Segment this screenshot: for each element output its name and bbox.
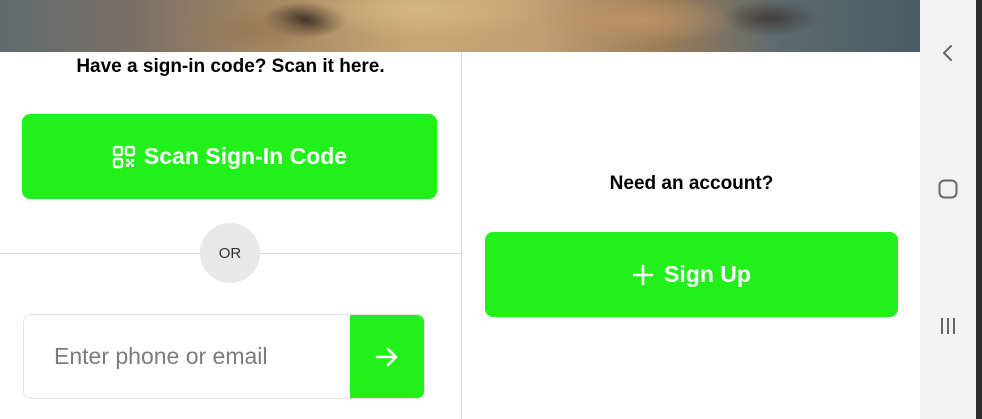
need-account-heading: Need an account? bbox=[609, 173, 774, 194]
nav-recents-button[interactable] bbox=[920, 306, 976, 346]
scan-sign-in-code-button[interactable]: Scan Sign-In Code bbox=[22, 114, 437, 199]
home-icon bbox=[938, 179, 958, 199]
submit-contact-button[interactable] bbox=[350, 315, 424, 398]
scan-button-label: Scan Sign-In Code bbox=[143, 143, 348, 169]
recents-icon bbox=[941, 318, 955, 334]
contact-input-group bbox=[23, 314, 425, 399]
sign-in-code-heading: Have a sign-in code? Scan it here. bbox=[76, 56, 385, 77]
sign-up-panel: Need an account? Sign Up bbox=[461, 52, 920, 419]
or-badge: OR bbox=[200, 223, 260, 283]
phone-or-email-input[interactable] bbox=[24, 315, 350, 398]
sign-in-panel: Have a sign-in code? Scan it here. Scan … bbox=[0, 52, 461, 419]
screen-edge bbox=[976, 0, 982, 419]
arrow-right-icon bbox=[375, 347, 398, 366]
header-photo bbox=[0, 0, 920, 52]
plus-icon bbox=[632, 264, 654, 285]
nav-back-button[interactable] bbox=[920, 33, 976, 73]
nav-home-button[interactable] bbox=[920, 169, 976, 209]
sign-up-button-label: Sign Up bbox=[664, 261, 751, 287]
qr-code-icon bbox=[112, 145, 136, 168]
back-icon bbox=[943, 45, 952, 61]
sign-up-button[interactable]: Sign Up bbox=[485, 232, 898, 317]
android-navigation-bar bbox=[920, 0, 976, 419]
